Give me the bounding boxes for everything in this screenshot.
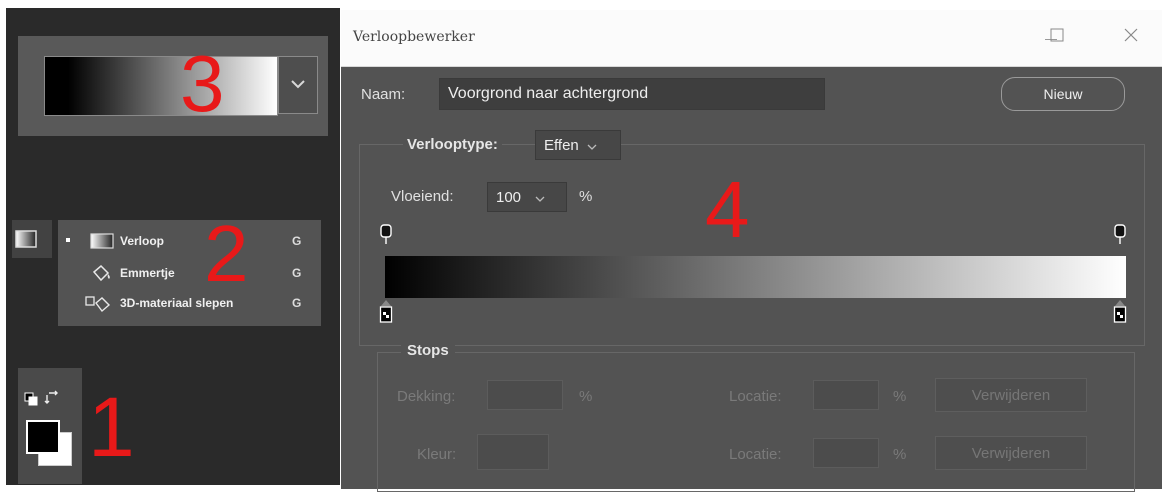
smoothness-value: 100 xyxy=(496,188,522,206)
name-input[interactable]: Voorgrond naar achtergrond xyxy=(439,78,825,110)
flyout-item-verloop[interactable]: Verloop G xyxy=(58,228,321,254)
stops-group xyxy=(377,352,1135,492)
annotation-number-3: 3 xyxy=(180,39,225,128)
chevron-down-icon xyxy=(290,76,306,94)
gradient-tool-button[interactable] xyxy=(12,220,52,258)
location-label-2: Locatie: xyxy=(729,446,782,463)
title-bar: Verloopbewerker xyxy=(341,10,1162,67)
annotation-number-4: 4 xyxy=(705,165,750,254)
default-colors-icon[interactable] xyxy=(24,392,38,411)
flyout-item-label: Emmertje xyxy=(120,266,175,280)
color-swatches xyxy=(18,368,82,484)
annotation-number-1: 1 xyxy=(88,380,135,474)
gradient-picker xyxy=(18,36,328,136)
smoothness-unit: % xyxy=(579,188,593,205)
color-stop-left[interactable] xyxy=(379,298,393,331)
opacity-label: Dekking: xyxy=(397,388,456,405)
delete-opacity-stop-button: Verwijderen xyxy=(935,378,1087,412)
gradient-preview-swatch[interactable] xyxy=(44,56,278,116)
stops-legend: Stops xyxy=(401,342,455,359)
swap-colors-icon[interactable] xyxy=(44,390,60,411)
gradient-bar[interactable] xyxy=(385,256,1126,298)
gradient-type-label: Verlooptype: xyxy=(403,136,502,153)
flyout-item-label: Verloop xyxy=(120,234,165,248)
3d-material-drop-icon xyxy=(84,295,114,316)
maximize-button[interactable] xyxy=(1039,22,1075,52)
gradient-tool-icon xyxy=(90,233,114,252)
name-label: Naam: xyxy=(361,86,406,103)
foreground-color-swatch[interactable] xyxy=(26,420,60,454)
close-button[interactable] xyxy=(1113,22,1149,52)
location-label-1: Locatie: xyxy=(729,388,782,405)
gradient-tool-icon xyxy=(15,230,37,253)
selected-indicator xyxy=(66,238,70,242)
gradient-type-value: Effen xyxy=(544,136,579,154)
gradient-dropdown-button[interactable] xyxy=(278,56,318,114)
flyout-item-3d-materiaal[interactable]: 3D-materiaal slepen G xyxy=(58,290,321,316)
smoothness-select[interactable]: 100 xyxy=(487,182,567,212)
flyout-item-shortcut: G xyxy=(292,296,302,310)
delete-color-stop-button: Verwijderen xyxy=(935,436,1087,470)
close-icon xyxy=(1124,28,1138,47)
flyout-item-shortcut: G xyxy=(292,234,302,248)
flyout-item-emmertje[interactable]: Emmertje G xyxy=(58,260,321,286)
new-button[interactable]: Nieuw xyxy=(1001,77,1125,111)
gradient-settings-group xyxy=(359,144,1145,346)
dialog-title: Verloopbewerker xyxy=(353,29,475,45)
location-input-1 xyxy=(813,380,879,410)
smoothness-label: Vloeiend: xyxy=(391,188,454,205)
color-stop-right[interactable] xyxy=(1113,298,1127,331)
opacity-input xyxy=(487,380,563,410)
chevron-down-icon xyxy=(587,137,597,154)
annotation-number-2: 2 xyxy=(204,209,249,298)
color-stop-swatch xyxy=(477,434,549,470)
paint-bucket-icon xyxy=(90,264,114,286)
tool-flyout-menu: Verloop G Emmertje G 3D-materiaal slepen… xyxy=(58,220,321,326)
gradient-editor-dialog: Verloopbewerker Naam: Voorgrond naar ach… xyxy=(341,10,1162,492)
color-label: Kleur: xyxy=(417,446,457,463)
location-unit-2: % xyxy=(893,446,907,463)
flyout-item-label: 3D-materiaal slepen xyxy=(120,296,234,310)
location-input-2 xyxy=(813,438,879,468)
chevron-down-icon xyxy=(535,189,545,206)
gradient-type-select[interactable]: Effen xyxy=(535,130,621,160)
maximize-icon xyxy=(1050,28,1064,47)
opacity-unit: % xyxy=(579,388,593,405)
opacity-stop-left[interactable] xyxy=(380,224,392,251)
opacity-stop-right[interactable] xyxy=(1114,224,1126,251)
location-unit-1: % xyxy=(893,388,907,405)
flyout-item-shortcut: G xyxy=(292,266,302,280)
